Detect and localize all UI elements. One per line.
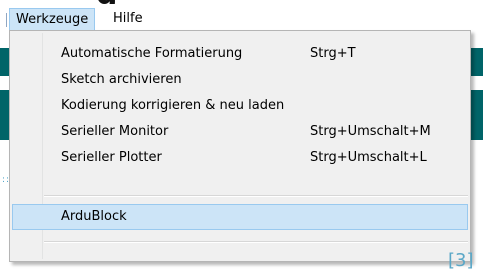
- werkzeuge-dropdown: Automatische Formatierung Strg+T Sketch …: [9, 30, 471, 262]
- menu-hilfe[interactable]: Hilfe: [110, 8, 146, 30]
- menu-item-shortcut: Strg+Umschalt+L: [310, 150, 427, 165]
- menu-item-label: Sketch archivieren: [61, 72, 182, 87]
- menu-bar: Werkzeuge Hilfe: [0, 8, 483, 32]
- menu-separator: [44, 241, 468, 243]
- menu-item-kodierung-korrigieren[interactable]: Kodierung korrigieren & neu laden: [12, 93, 468, 119]
- background-tab-fragment-right: [470, 90, 483, 140]
- menu-item-serieller-monitor[interactable]: Serieller Monitor Strg+Umschalt+M: [12, 119, 468, 145]
- menu-item-shortcut: Strg+T: [310, 46, 356, 61]
- menu-separator: [44, 195, 468, 197]
- menu-item-automatische-formatierung[interactable]: Automatische Formatierung Strg+T: [12, 41, 468, 67]
- title-glyph: g: [96, 0, 117, 4]
- menu-werkzeuge[interactable]: Werkzeuge: [9, 8, 96, 30]
- screenshot-root: g ::: Werkzeuge Hilfe Automatische Forma…: [0, 0, 483, 275]
- menu-item-label: ArduBlock: [61, 209, 127, 224]
- menu-bar-separator: [6, 13, 7, 27]
- window-title-partial: g: [0, 0, 140, 4]
- menu-item-shortcut: Strg+Umschalt+M: [310, 124, 431, 139]
- background-toolbar-fragment-right: [470, 48, 483, 76]
- menu-item-label: Serieller Monitor: [61, 124, 169, 139]
- menu-item-label: Serieller Plotter: [61, 150, 162, 165]
- menu-item-sketch-archivieren[interactable]: Sketch archivieren: [12, 67, 468, 93]
- menu-item-label: Automatische Formatierung: [61, 46, 243, 61]
- figure-caption: [3]: [448, 250, 474, 271]
- menu-item-serieller-plotter[interactable]: Serieller Plotter Strg+Umschalt+L: [12, 145, 468, 171]
- menu-item-ardublock[interactable]: ArduBlock: [12, 204, 468, 230]
- menu-item-label: Kodierung korrigieren & neu laden: [61, 98, 285, 113]
